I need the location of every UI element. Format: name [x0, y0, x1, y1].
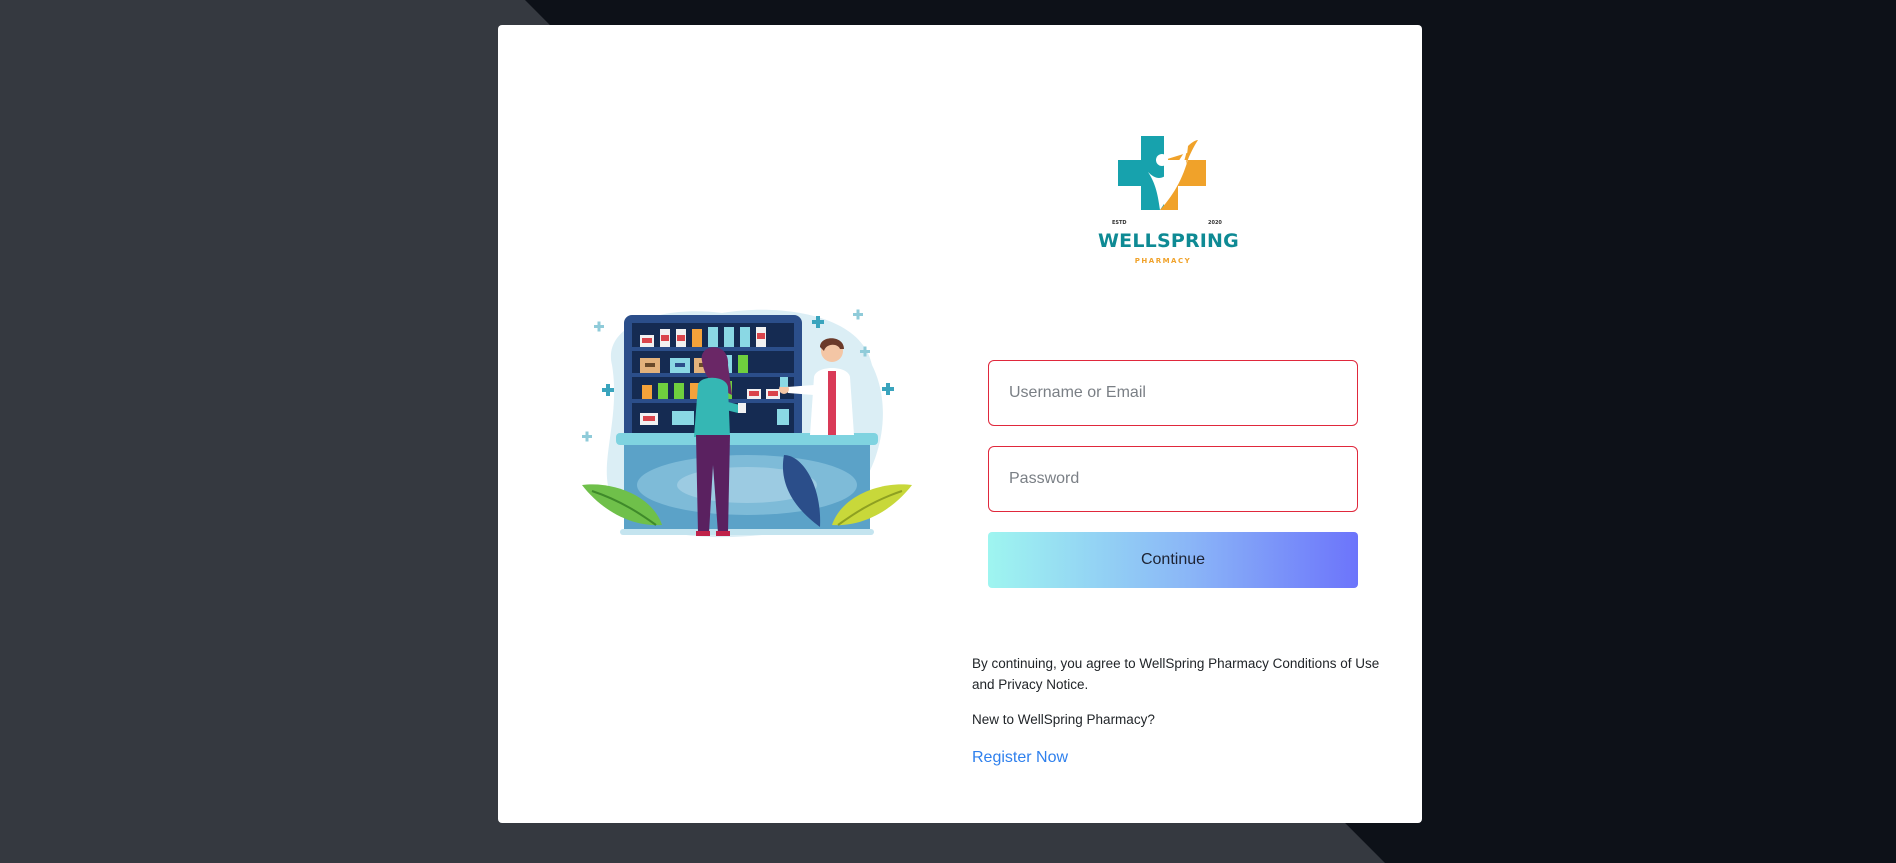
brand-subtitle: PHARMACY — [1134, 257, 1192, 265]
logo-year-label: 2020 — [1208, 220, 1222, 226]
register-now-link[interactable]: Register Now — [972, 749, 1068, 767]
username-input[interactable] — [988, 360, 1358, 426]
continue-button[interactable]: Continue — [988, 532, 1358, 588]
pharmacy-counter-illustration-icon — [582, 309, 912, 538]
wellspring-logo: ESTD 2020 WELLSPRING PHARMACY — [1098, 130, 1239, 270]
new-user-prompt: New to WellSpring Pharmacy? — [972, 712, 1155, 727]
cross-person-logo-icon — [1118, 136, 1206, 210]
brand-name: WELLSPRING — [1098, 230, 1239, 252]
logo-estd-label: ESTD — [1112, 220, 1127, 226]
login-card: ESTD 2020 WELLSPRING PHARMACY Continue B… — [498, 25, 1422, 823]
terms-notice: By continuing, you agree to WellSpring P… — [972, 656, 1380, 692]
password-input[interactable] — [988, 446, 1358, 512]
